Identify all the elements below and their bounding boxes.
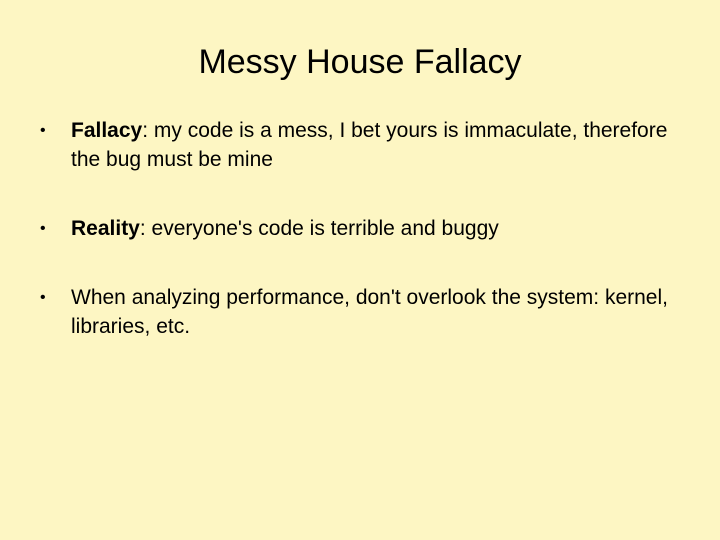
bullet-dot-icon: • — [40, 220, 46, 237]
bullet-list: • Fallacy: my code is a mess, I bet your… — [38, 116, 688, 381]
bullet-dot-icon: • — [40, 289, 46, 306]
bullet-text: : my code is a mess, I bet yours is imma… — [71, 119, 668, 171]
bullet-dot-icon: • — [40, 122, 46, 139]
bullet-term: Fallacy — [71, 119, 143, 142]
bullet-text: When analyzing performance, don't overlo… — [71, 286, 668, 338]
bullet-item-reality: • Reality: everyone's code is terrible a… — [38, 214, 688, 243]
slide-title: Messy House Fallacy — [198, 43, 522, 81]
bullet-text: : everyone's code is terrible and buggy — [139, 217, 499, 240]
slide: Messy House Fallacy • Fallacy: my code i… — [0, 0, 720, 540]
bullet-item-system: • When analyzing performance, don't over… — [38, 283, 688, 341]
bullet-item-fallacy: • Fallacy: my code is a mess, I bet your… — [38, 116, 688, 174]
bullet-term: Reality — [71, 217, 140, 240]
